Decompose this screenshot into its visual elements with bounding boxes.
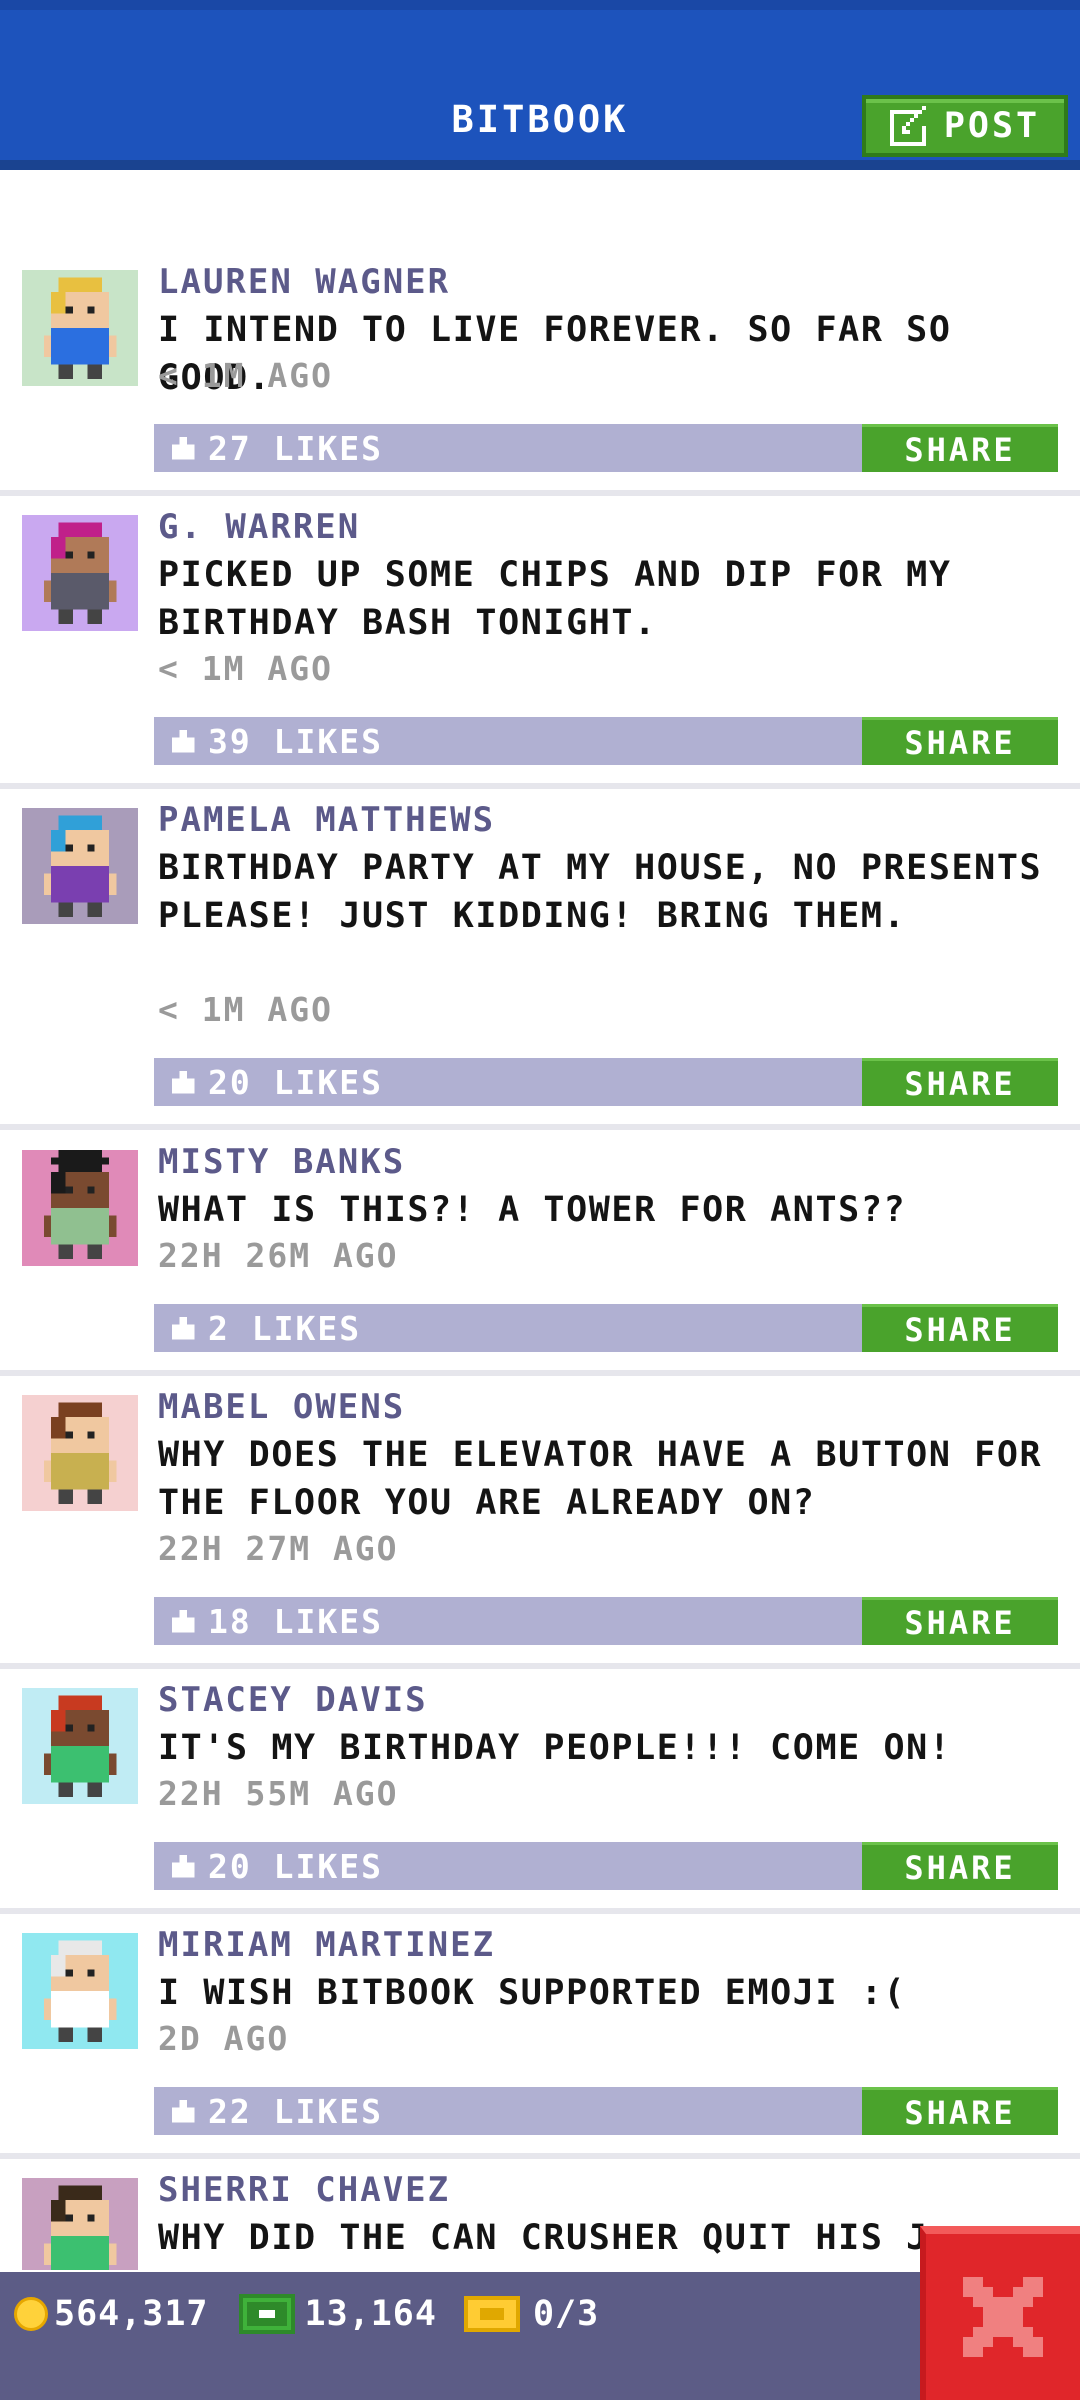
share-button[interactable]: SHARE — [862, 1597, 1058, 1645]
thumbs-up-icon — [171, 2099, 195, 2123]
post-author-name: SHERRI CHAVEZ — [158, 2170, 451, 2210]
post-button[interactable]: POST — [862, 95, 1068, 157]
post-divider — [0, 2153, 1080, 2159]
post-item: G. WARREN PICKED UP SOME CHIPS AND DIP FO… — [0, 507, 1080, 811]
coins-stat: 564,317 — [0, 2294, 209, 2334]
ticket-icon — [463, 2296, 520, 2332]
post-divider — [0, 783, 1080, 789]
post-author-name: LAUREN WAGNER — [158, 262, 451, 302]
post-button-label: POST — [943, 106, 1041, 146]
post-timestamp: 2D AGO — [158, 2019, 290, 2058]
post-timestamp: 22H 26M AGO — [158, 1236, 399, 1275]
post-author-name: STACEY DAVIS — [158, 1680, 428, 1720]
post-divider — [0, 1124, 1080, 1130]
share-button[interactable]: SHARE — [862, 1842, 1058, 1890]
avatar[interactable] — [22, 1933, 138, 2049]
post-text: WHAT IS THIS?! A TOWER FOR ANTS?? — [158, 1190, 907, 1230]
close-icon — [963, 2277, 1043, 2357]
post-author-name: MABEL OWENS — [158, 1387, 406, 1427]
post-author-name: MIRIAM MARTINEZ — [158, 1925, 496, 1965]
bux-icon — [238, 2294, 295, 2334]
share-button[interactable]: SHARE — [862, 717, 1058, 765]
feed-list[interactable]: LAUREN WAGNER I INTEND TO LIVE FOREVER. S… — [0, 170, 1080, 2270]
edit-icon — [889, 106, 926, 146]
top-header: BITBOOK POST — [0, 0, 1080, 170]
likes-count: 39 LIKES — [208, 721, 383, 761]
post-text: PICKED UP SOME CHIPS AND DIP FOR MY BIRT… — [158, 555, 952, 643]
coin-icon — [14, 2297, 48, 2331]
post-text: IT'S MY BIRTHDAY PEOPLE!!! COME ON! — [158, 1728, 952, 1768]
likes-button[interactable]: 39 LIKES — [154, 717, 862, 765]
likes-button[interactable]: 20 LIKES — [154, 1842, 862, 1890]
post-item: STACEY DAVIS IT'S MY BIRTHDAY PEOPLE!!! C… — [0, 1680, 1080, 1936]
close-button[interactable] — [920, 2226, 1080, 2400]
tickets-value: 0/3 — [532, 2294, 600, 2334]
post-timestamp: < 1M AGO — [158, 356, 333, 395]
share-button[interactable]: SHARE — [862, 1304, 1058, 1352]
post-timestamp: 22H 55M AGO — [158, 1774, 399, 1813]
thumbs-up-icon — [171, 1609, 195, 1633]
post-divider — [0, 1908, 1080, 1914]
thumbs-up-icon — [171, 1070, 195, 1094]
post-author-name: G. WARREN — [158, 507, 361, 547]
post-timestamp: 22H 27M AGO — [158, 1529, 399, 1568]
post-item: PAMELA MATTHEWS BIRTHDAY PARTY AT MY HOUS… — [0, 800, 1080, 1152]
share-button[interactable]: SHARE — [862, 2087, 1058, 2135]
likes-count: 2 LIKES — [208, 1308, 362, 1348]
avatar[interactable] — [22, 1150, 138, 1266]
post-text: WHY DOES THE ELEVATOR HAVE A BUTTON FOR … — [158, 1435, 1043, 1523]
post-text: BIRTHDAY PARTY AT MY HOUSE, NO PRESENTS … — [158, 848, 1043, 936]
post-timestamp: < 1M AGO — [158, 990, 333, 1029]
post-item: MABEL OWENS WHY DOES THE ELEVATOR HAVE A … — [0, 1387, 1080, 1691]
bux-stat: 13,164 — [209, 2294, 437, 2334]
avatar[interactable] — [22, 1395, 138, 1511]
post-divider — [0, 1663, 1080, 1669]
post-item: MIRIAM MARTINEZ I WISH BITBOOK SUPPORTED … — [0, 1925, 1080, 2181]
thumbs-up-icon — [171, 729, 195, 753]
likes-count: 22 LIKES — [208, 2091, 383, 2131]
post-item: SHERRI CHAVEZ WHY DID THE CAN CRUSHER QUI… — [0, 2170, 1080, 2270]
post-divider — [0, 1370, 1080, 1376]
post-author-name: MISTY BANKS — [158, 1142, 406, 1182]
post-divider — [0, 490, 1080, 496]
likes-count: 18 LIKES — [208, 1601, 383, 1641]
post-text: I WISH BITBOOK SUPPORTED EMOJI :( — [158, 1973, 907, 2013]
post-item: MISTY BANKS WHAT IS THIS?! A TOWER FOR AN… — [0, 1142, 1080, 1398]
avatar[interactable] — [22, 2178, 138, 2270]
likes-button[interactable]: 22 LIKES — [154, 2087, 862, 2135]
share-button[interactable]: SHARE — [862, 1058, 1058, 1106]
likes-button[interactable]: 2 LIKES — [154, 1304, 862, 1352]
avatar[interactable] — [22, 1688, 138, 1804]
avatar[interactable] — [22, 808, 138, 924]
thumbs-up-icon — [171, 1854, 195, 1878]
likes-button[interactable]: 18 LIKES — [154, 1597, 862, 1645]
coins-value: 564,317 — [54, 2294, 209, 2334]
avatar[interactable] — [22, 270, 138, 386]
bux-value: 13,164 — [304, 2294, 437, 2334]
post-author-name: PAMELA MATTHEWS — [158, 800, 496, 840]
share-button[interactable]: SHARE — [862, 424, 1058, 472]
likes-count: 20 LIKES — [208, 1846, 383, 1886]
post-timestamp: < 1M AGO — [158, 649, 333, 688]
likes-button[interactable]: 27 LIKES — [154, 424, 862, 472]
thumbs-up-icon — [171, 436, 195, 460]
likes-button[interactable]: 20 LIKES — [154, 1058, 862, 1106]
post-item: LAUREN WAGNER I INTEND TO LIVE FOREVER. S… — [0, 262, 1080, 518]
likes-count: 27 LIKES — [208, 428, 383, 468]
avatar[interactable] — [22, 515, 138, 631]
thumbs-up-icon — [171, 1316, 195, 1340]
likes-count: 20 LIKES — [208, 1062, 383, 1102]
bottom-status-bar: 564,317 13,164 0/3 — [0, 2272, 1080, 2400]
tickets-stat: 0/3 — [437, 2294, 599, 2334]
